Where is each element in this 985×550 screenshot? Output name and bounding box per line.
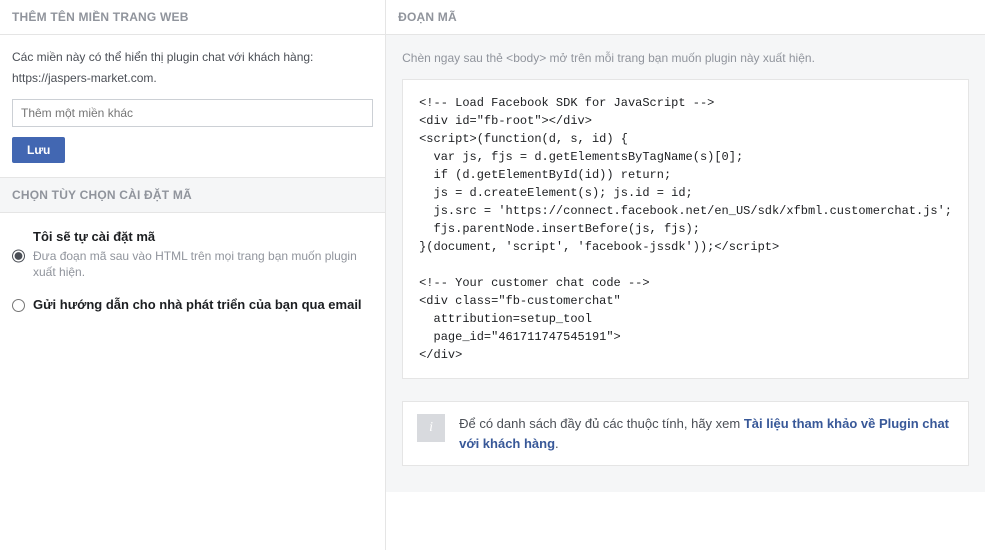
save-button[interactable]: Lưu: [12, 137, 65, 163]
option-email-dev-label: Gửi hướng dẫn cho nhà phát triển của bạn…: [33, 297, 362, 312]
info-icon: i: [417, 414, 445, 442]
domain-input[interactable]: [12, 99, 373, 127]
code-help-text: Chèn ngay sau thẻ <body> mở trên mỗi tra…: [402, 51, 969, 65]
left-panel: THÊM TÊN MIỀN TRANG WEB Các miền này có …: [0, 0, 386, 550]
section-header-install: CHỌN TÙY CHỌN CÀI ĐẶT MÃ: [0, 177, 385, 213]
section-header-domain: THÊM TÊN MIỀN TRANG WEB: [0, 0, 385, 35]
radio-email-dev[interactable]: [12, 299, 25, 312]
domain-form: Các miền này có thể hiển thị plugin chat…: [0, 35, 385, 177]
option-email-dev[interactable]: Gửi hướng dẫn cho nhà phát triển của bạn…: [0, 289, 385, 320]
option-self-install[interactable]: Tôi sẽ tự cài đặt mã Đưa đoạn mã sau vào…: [0, 221, 385, 290]
radio-self-install[interactable]: [12, 231, 25, 282]
install-options: Tôi sẽ tự cài đặt mã Đưa đoạn mã sau vào…: [0, 213, 385, 321]
info-text: Để có danh sách đầy đủ các thuộc tính, h…: [459, 414, 954, 453]
domain-help-text: Các miền này có thể hiển thị plugin chat…: [12, 49, 373, 66]
option-self-install-label: Tôi sẽ tự cài đặt mã: [33, 229, 373, 244]
right-panel: ĐOẠN MÃ Chèn ngay sau thẻ <body> mở trên…: [386, 0, 985, 550]
option-self-install-sub: Đưa đoạn mã sau vào HTML trên mọi trang …: [33, 248, 373, 282]
section-header-code: ĐOẠN MÃ: [386, 0, 985, 35]
code-snippet[interactable]: <!-- Load Facebook SDK for JavaScript --…: [402, 79, 969, 379]
domain-example: https://jaspers-market.com.: [12, 70, 373, 87]
info-note: i Để có danh sách đầy đủ các thuộc tính,…: [402, 401, 969, 466]
